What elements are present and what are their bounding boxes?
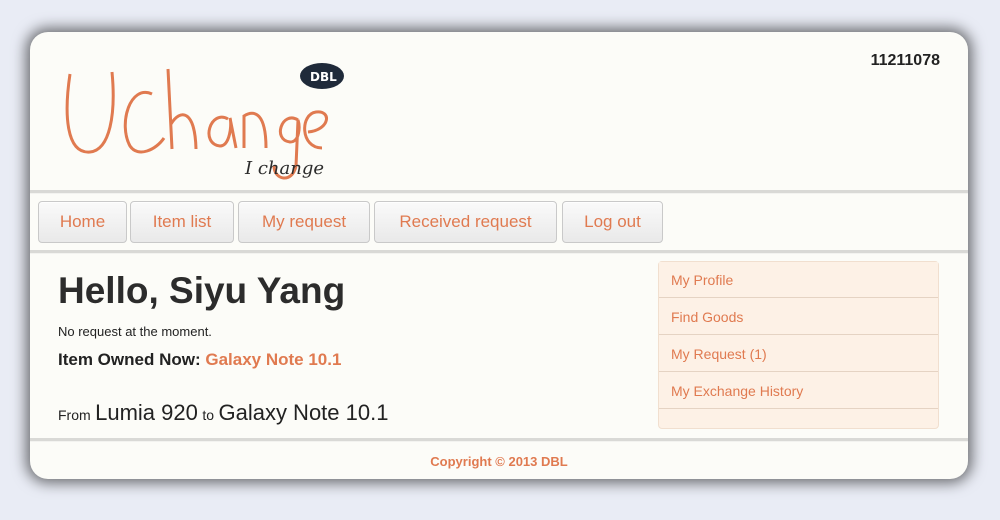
nav-received-request-button[interactable]: Received request: [374, 201, 557, 243]
site-header: DBL I change 11211078: [30, 32, 968, 190]
app-window: DBL I change 11211078 Home Item list My …: [30, 32, 968, 479]
nav-my-request-button[interactable]: My request: [238, 201, 370, 243]
user-id: 11211078: [870, 52, 940, 69]
history-from-word: From: [58, 407, 91, 423]
uchange-logo[interactable]: DBL I change: [60, 54, 360, 184]
owned-item-line: Item Owned Now: Galaxy Note 10.1: [58, 350, 341, 370]
copyright-footer: Copyright © 2013 DBL: [430, 454, 568, 469]
sidebar-item-my-profile[interactable]: My Profile: [659, 262, 938, 298]
sidebar-menu: My Profile Find Goods My Request (1) My …: [658, 261, 939, 429]
nav-home-button[interactable]: Home: [38, 201, 127, 243]
nav-logout-button[interactable]: Log out: [562, 201, 663, 243]
exchange-history-line: From Lumia 920 to Galaxy Note 10.1: [58, 400, 388, 426]
owned-item-label: Item Owned Now:: [58, 350, 201, 369]
nav-item-list-button[interactable]: Item list: [130, 201, 234, 243]
history-to-item: Galaxy Note 10.1: [218, 400, 389, 425]
sidebar-item-my-request[interactable]: My Request (1): [659, 336, 938, 372]
nav-divider: [30, 250, 968, 254]
owned-item-link[interactable]: Galaxy Note 10.1: [205, 350, 341, 369]
request-status-text: No request at the moment.: [58, 324, 212, 339]
history-from-item: Lumia 920: [95, 400, 198, 425]
sidebar-item-find-goods[interactable]: Find Goods: [659, 299, 938, 335]
history-to-word: to: [202, 407, 215, 423]
sidebar-item-exchange-history[interactable]: My Exchange History: [659, 373, 938, 409]
footer-divider: [30, 438, 968, 442]
logo-tagline: I change: [244, 158, 324, 179]
logo-badge: DBL: [310, 70, 337, 84]
page-title: Hello, Siyu Yang: [58, 270, 346, 311]
header-divider: [30, 190, 968, 194]
